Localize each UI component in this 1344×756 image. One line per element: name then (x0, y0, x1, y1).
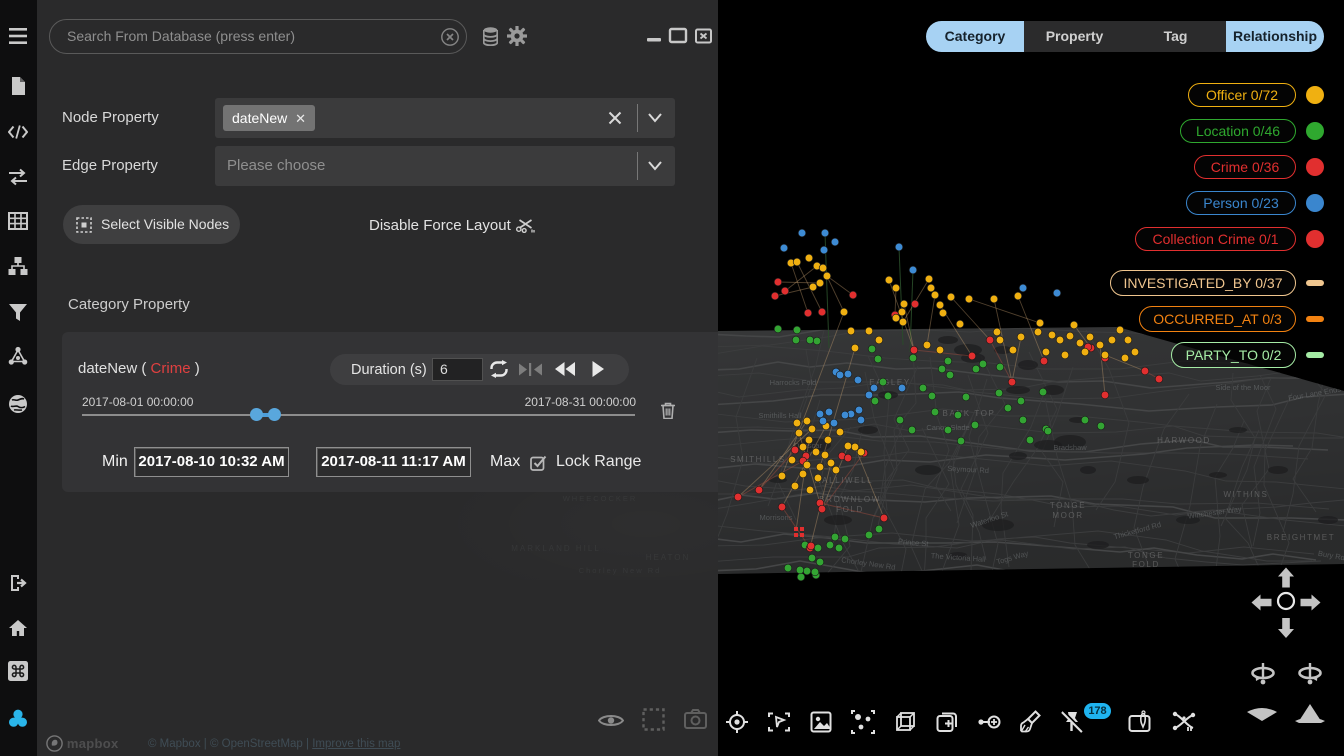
svg-text:Side of the Moor: Side of the Moor (1215, 383, 1271, 392)
svg-text:BROWNLOW: BROWNLOW (819, 495, 881, 504)
svg-text:BREIGHTMET: BREIGHTMET (1267, 533, 1335, 542)
svg-text:TONGE: TONGE (1128, 551, 1164, 560)
svg-text:TONGE: TONGE (888, 638, 924, 647)
svg-text:MOOR: MOOR (1052, 511, 1083, 520)
svg-text:Smithills Hall: Smithills Hall (759, 411, 802, 420)
svg-text:HALLIWELL: HALLIWELL (815, 476, 873, 485)
svg-text:WITHINS: WITHINS (1224, 490, 1269, 499)
svg-text:BANK TOP: BANK TOP (943, 409, 996, 418)
svg-text:TONGE: TONGE (1050, 501, 1086, 510)
svg-text:HARWOOD: HARWOOD (1157, 436, 1211, 445)
svg-text:Morrisons: Morrisons (760, 513, 793, 522)
svg-text:FOLD: FOLD (892, 647, 920, 656)
svg-text:Bradshaw: Bradshaw (1053, 443, 1087, 452)
svg-text:Harrocks Fold: Harrocks Fold (770, 378, 817, 387)
svg-text:FOLD: FOLD (1132, 560, 1160, 569)
